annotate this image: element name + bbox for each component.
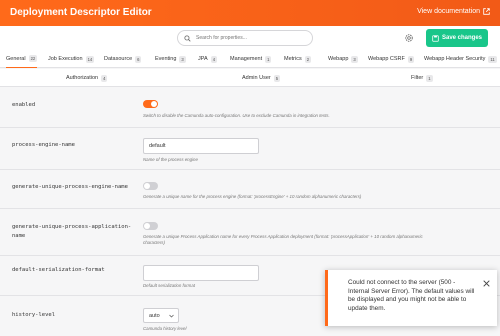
generate-unique-process-application-name-toggle[interactable] <box>143 222 158 230</box>
tab-count-badge: 1 <box>426 74 433 82</box>
page-title: Deployment Descriptor Editor <box>10 7 152 18</box>
tab-label: Metrics <box>284 56 302 62</box>
setting-name: default-serialization-format <box>12 267 105 273</box>
setting-name: generate-unique-process-engine-name <box>12 184 128 190</box>
external-link-icon <box>483 8 490 15</box>
setting-name-line-1: generate-unique-process-application- <box>12 224 132 230</box>
tab-job-execution[interactable]: Job Execution 14 <box>48 50 95 68</box>
default-serialization-format-input[interactable] <box>143 265 259 281</box>
tab-label: Filter <box>411 75 424 81</box>
setting-description: Camunda history level <box>143 326 187 331</box>
gear-icon[interactable] <box>404 33 414 43</box>
tab-label: Eventing <box>155 56 177 62</box>
toggle-knob <box>144 223 150 229</box>
toggle-knob <box>151 101 157 107</box>
save-changes-button[interactable]: Save changes <box>426 29 488 47</box>
tab-authorization[interactable]: Authorization 4 <box>66 69 108 87</box>
tab-label: Webapp Header Security <box>424 56 486 62</box>
setting-description-line-2: characters) <box>143 240 165 245</box>
tab-count-badge: 14 <box>85 55 95 63</box>
tab-management[interactable]: Management 1 <box>230 50 272 68</box>
tab-count-badge: 4 <box>101 74 108 82</box>
tab-label: Authorization <box>66 75 99 81</box>
toggle-knob <box>144 183 150 189</box>
tab-label: Admin User <box>242 75 271 81</box>
process-engine-name-input[interactable]: default <box>143 138 259 154</box>
tab-filter[interactable]: Filter 1 <box>411 69 433 87</box>
tab-eventing[interactable]: Eventing 3 <box>155 50 186 68</box>
history-level-value: auto <box>149 312 160 319</box>
setting-name-line-2: name <box>12 233 26 239</box>
tab-count-badge: 3 <box>179 55 186 63</box>
tab-jpa[interactable]: JPA 4 <box>198 50 218 68</box>
app-header: Deployment Descriptor Editor View docume… <box>0 0 500 26</box>
toolbar: Save changes <box>0 26 500 50</box>
setting-description: Default serialization format <box>143 283 195 288</box>
tab-webapp[interactable]: Webapp 3 <box>328 50 358 68</box>
tab-label: Management <box>230 56 263 62</box>
tab-label: Datasource <box>104 56 133 62</box>
save-changes-label: Save changes <box>441 35 483 41</box>
tab-label: Webapp <box>328 56 349 62</box>
save-icon <box>432 34 439 42</box>
search-box[interactable] <box>177 30 313 46</box>
setting-row-generate-unique-process-application-name: generate-unique-process-application- nam… <box>0 209 500 256</box>
tab-count-badge: 9 <box>407 55 415 63</box>
tab-general[interactable]: General 22 <box>6 50 38 68</box>
tab-count-badge: 1 <box>265 55 272 63</box>
generate-unique-process-engine-name-toggle[interactable] <box>143 182 158 190</box>
tab-webapp-csrf[interactable]: Webapp CSRF 9 <box>368 50 415 68</box>
close-icon[interactable] <box>483 280 490 287</box>
history-level-select[interactable]: auto <box>143 308 179 323</box>
category-tabs: General 22 Job Execution 14 Datasource 6 Ev… <box>0 50 500 68</box>
view-documentation-link[interactable]: View documentation <box>417 8 490 15</box>
setting-row-generate-unique-process-engine-name: generate-unique-process-engine-name Gene… <box>0 170 500 209</box>
chevron-down-icon <box>169 314 174 317</box>
tab-admin-user[interactable]: Admin User 5 <box>242 69 281 87</box>
toast-message: Could not connect to the server (500 - I… <box>348 279 475 312</box>
tab-label: General <box>6 55 26 62</box>
setting-description-line-1: Generate a unique Process Application na… <box>143 234 423 239</box>
tab-label: JPA <box>198 56 208 62</box>
tab-count-badge: 4 <box>210 55 218 63</box>
category-tabs-row-2: Authorization 4 Admin User 5 Filter 1 <box>0 69 500 87</box>
tab-datasource[interactable]: Datasource 6 <box>104 50 142 68</box>
tab-webapp-header-security[interactable]: Webapp Header Security 11 <box>424 50 497 68</box>
tab-count-badge: 22 <box>28 55 38 62</box>
tab-count-badge: 3 <box>351 55 358 63</box>
setting-description: Generate a unique name for the process e… <box>143 194 362 199</box>
tab-metrics[interactable]: Metrics 2 <box>284 50 312 68</box>
tab-count-badge: 11 <box>488 55 497 63</box>
tab-count-badge: 5 <box>273 74 281 82</box>
setting-name: process-engine-name <box>12 142 75 148</box>
setting-description: Switch to disable the Camunda auto-confi… <box>143 113 330 118</box>
setting-name: history-level <box>12 312 56 318</box>
setting-row-enabled: enabled Switch to disable the Camunda au… <box>0 88 500 128</box>
setting-name: enabled <box>12 102 36 108</box>
tab-count-badge: 6 <box>135 55 142 63</box>
tab-label: Job Execution <box>48 56 83 62</box>
search-input[interactable] <box>196 35 306 41</box>
setting-description: Name of the process engine <box>143 157 198 162</box>
tab-label: Webapp CSRF <box>368 56 405 62</box>
view-documentation-label: View documentation <box>417 8 480 15</box>
setting-row-process-engine-name: process-engine-name default Name of the … <box>0 128 500 170</box>
search-icon <box>184 34 191 42</box>
enabled-toggle[interactable] <box>143 100 158 108</box>
tab-count-badge: 2 <box>304 55 312 63</box>
error-toast: Could not connect to the server (500 - I… <box>325 270 497 326</box>
